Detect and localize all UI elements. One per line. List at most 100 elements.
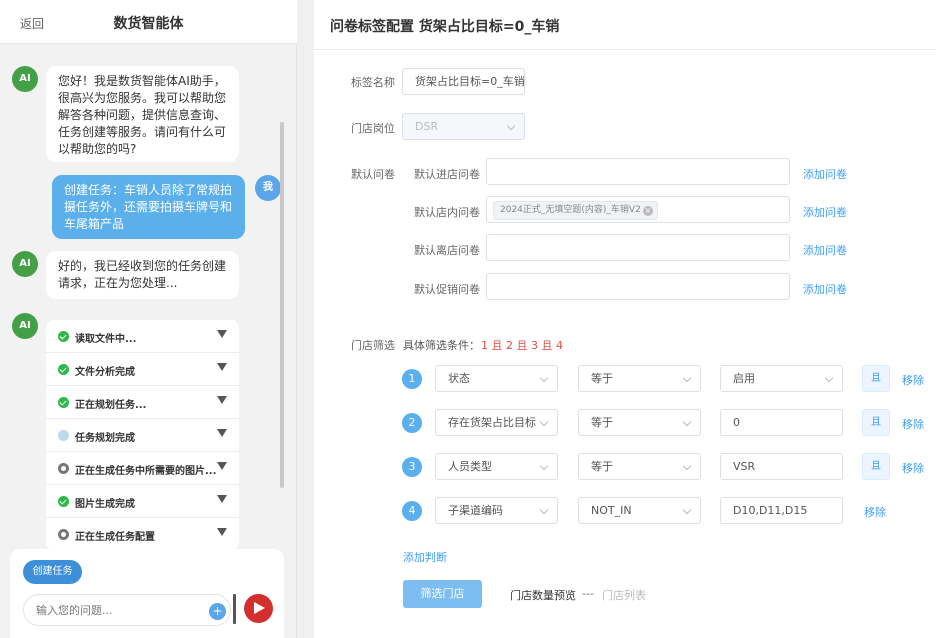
tag-text: 2024正式_无填空题(内容)_车销V2: [500, 205, 641, 215]
condition-operator-select[interactable]: 等于: [578, 409, 701, 436]
pending-circle-icon: [58, 430, 69, 441]
close-icon[interactable]: ×: [642, 206, 653, 216]
operator-value: NOT_IN: [591, 504, 632, 517]
condition-value-input[interactable]: VSR: [720, 453, 843, 480]
add-condition-link[interactable]: 添加判断: [403, 549, 447, 565]
questionnaire-label: 默认促销问卷: [414, 283, 480, 296]
progress-step[interactable]: 读取文件中...: [46, 320, 239, 353]
position-label: 门店岗位: [351, 122, 395, 135]
caret-down-icon[interactable]: [217, 330, 227, 338]
add-questionnaire-link[interactable]: 添加问卷: [803, 204, 847, 220]
remove-condition-link[interactable]: 移除: [902, 372, 924, 388]
caret-down-icon[interactable]: [217, 429, 227, 437]
plus-icon[interactable]: +: [209, 603, 226, 620]
position-select[interactable]: DSR: [402, 113, 525, 140]
add-questionnaire-link[interactable]: 添加问卷: [803, 281, 847, 297]
chevron-down-icon: [539, 461, 549, 471]
condition-value-input[interactable]: D10,D11,D15: [720, 497, 843, 524]
caret-down-icon[interactable]: [217, 495, 227, 503]
add-questionnaire-link[interactable]: 添加问卷: [803, 242, 847, 258]
condition-number-badge: 3: [402, 457, 422, 477]
field-value: 存在货架占比目标: [448, 416, 536, 429]
questionnaire-input[interactable]: [486, 158, 790, 185]
chat-scrollbar[interactable]: [280, 122, 284, 488]
chevron-down-icon: [506, 121, 516, 131]
remove-condition-link[interactable]: 移除: [864, 504, 886, 520]
caret-down-icon[interactable]: [217, 363, 227, 371]
chevron-down-icon: [682, 505, 692, 515]
chevron-down-icon: [824, 373, 834, 383]
store-list-link[interactable]: 门店列表: [602, 587, 646, 603]
condition-operator-select[interactable]: 等于: [578, 365, 701, 392]
progress-step[interactable]: 图片生成完成: [46, 485, 239, 518]
questionnaire-input[interactable]: 2024正式_无填空题(内容)_车销V2 ×: [486, 196, 790, 223]
question-input[interactable]: [36, 601, 196, 619]
condition-number-badge: 4: [402, 501, 422, 521]
condition-expression: 1 且 2 且 3 且 4: [481, 339, 563, 352]
condition-value-input[interactable]: 0: [720, 409, 843, 436]
condition-field-select[interactable]: 子渠道编码: [435, 497, 558, 524]
condition-field-select[interactable]: 人员类型: [435, 453, 558, 480]
questionnaire-label: 默认进店问卷: [414, 168, 480, 181]
check-circle-icon: [58, 397, 69, 408]
chat-header: 返回 数货智能体: [0, 0, 297, 44]
check-circle-icon: [58, 496, 69, 507]
operator-value: 等于: [591, 416, 613, 429]
chevron-down-icon: [682, 373, 692, 383]
step-label: 图片生成完成: [75, 499, 135, 510]
condition-number-badge: 1: [402, 369, 422, 389]
step-label: 文件分析完成: [75, 367, 135, 378]
store-filter-label: 门店筛选: [351, 339, 395, 352]
progress-step[interactable]: 文件分析完成: [46, 353, 239, 386]
remove-condition-link[interactable]: 移除: [902, 416, 924, 432]
caret-down-icon[interactable]: [217, 396, 227, 404]
questionnaire-label: 默认离店问卷: [414, 244, 480, 257]
field-value: 子渠道编码: [448, 504, 503, 517]
chat-title: 数货智能体: [113, 16, 184, 32]
progress-step[interactable]: 正在生成任务中所需要的图片...: [46, 452, 239, 485]
filter-stores-button[interactable]: 筛选门店: [403, 580, 482, 608]
ai-avatar: AI: [12, 66, 38, 92]
field-value: 人员类型: [448, 460, 492, 473]
step-label: 正在生成任务配置: [75, 532, 155, 543]
questionnaire-label: 默认店内问卷: [414, 206, 480, 219]
ai-message: 您好！我是数货智能体AI助手，很高兴为您服务。我可以帮助您解答各种问题，提供信息…: [46, 66, 239, 162]
and-toggle-button[interactable]: 且: [862, 365, 890, 392]
progress-step[interactable]: 任务规划完成: [46, 419, 239, 452]
store-count-preview-label: 门店数量预览: [510, 589, 576, 602]
position-value: DSR: [415, 120, 439, 133]
questionnaire-input[interactable]: [486, 273, 790, 300]
user-message: 创建任务：车销人员除了常规拍摄任务外，还需要拍摄车牌号和车尾箱产品: [52, 175, 245, 239]
divider: [314, 49, 936, 50]
condition-operator-select[interactable]: 等于: [578, 453, 701, 480]
page-title: 问卷标签配置 货架占比目标=0_车销: [330, 19, 560, 35]
question-box: +: [23, 594, 231, 626]
config-panel: 问卷标签配置 货架占比目标=0_车销 标签名称 货架占比目标=0_车销 门店岗位…: [314, 0, 936, 638]
ai-avatar: AI: [12, 251, 38, 277]
progress-step[interactable]: 正在规划任务...: [46, 386, 239, 419]
send-button[interactable]: [244, 594, 273, 623]
add-questionnaire-link[interactable]: 添加问卷: [803, 166, 847, 182]
caret-down-icon[interactable]: [217, 462, 227, 470]
condition-field-select[interactable]: 存在货架占比目标: [435, 409, 558, 436]
check-circle-icon: [58, 331, 69, 342]
and-toggle-button[interactable]: 且: [862, 453, 890, 480]
running-circle-icon: [58, 463, 69, 474]
store-count-value: ---: [582, 587, 594, 600]
divider: [233, 594, 236, 624]
condition-value: 启用: [733, 372, 755, 385]
progress-step[interactable]: 正在生成任务配置: [46, 518, 239, 550]
tag-name-input[interactable]: 货架占比目标=0_车销: [402, 68, 525, 95]
questionnaire-input[interactable]: [486, 234, 790, 261]
condition-operator-select[interactable]: NOT_IN: [578, 497, 701, 524]
condition-value-select[interactable]: 启用: [720, 365, 843, 392]
remove-condition-link[interactable]: 移除: [902, 460, 924, 476]
condition-field-select[interactable]: 状态: [435, 365, 558, 392]
step-label: 读取文件中...: [75, 334, 137, 345]
running-circle-icon: [58, 529, 69, 540]
step-label: 任务规划完成: [75, 433, 135, 444]
caret-down-icon[interactable]: [217, 528, 227, 536]
create-task-button[interactable]: 创建任务: [23, 560, 82, 584]
and-toggle-button[interactable]: 且: [862, 409, 890, 436]
task-progress-card: 读取文件中... 文件分析完成 正在规划任务... 任务规划完成 正在生成任务中: [46, 320, 239, 550]
